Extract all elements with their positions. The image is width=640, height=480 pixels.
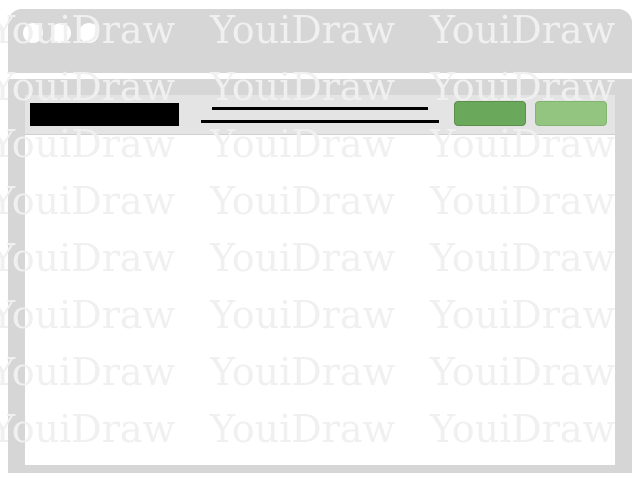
primary-button[interactable] (454, 101, 526, 126)
nav-text-line-bottom (201, 120, 439, 123)
logo-placeholder[interactable] (30, 103, 179, 126)
secondary-button[interactable] (535, 101, 607, 126)
maximize-dot-icon[interactable] (79, 23, 99, 43)
page-content (25, 95, 615, 465)
close-dot-icon[interactable] (23, 23, 43, 43)
nav-text-line-top (212, 107, 428, 110)
browser-window (8, 9, 632, 473)
navbar (25, 95, 615, 135)
minimize-dot-icon[interactable] (51, 23, 71, 43)
window-frame (8, 79, 632, 473)
window-titlebar (8, 9, 632, 73)
